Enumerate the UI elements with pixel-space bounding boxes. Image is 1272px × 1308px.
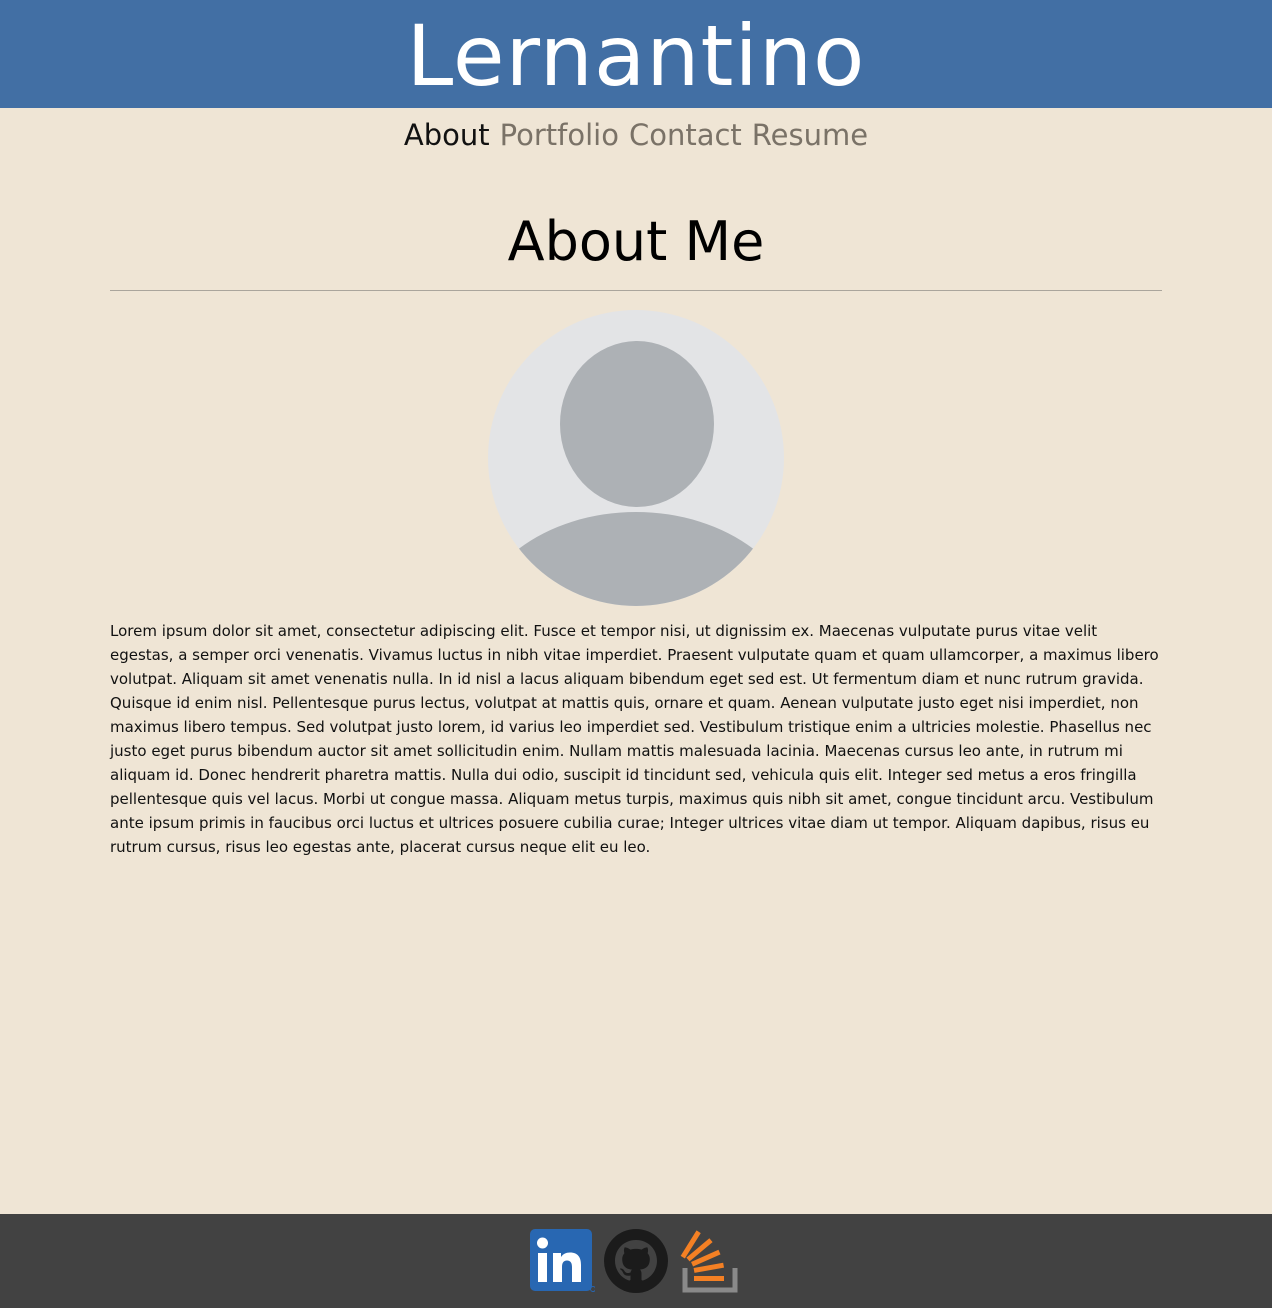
about-bio-text: Lorem ipsum dolor sit amet, consectetur … — [110, 622, 1159, 856]
site-footer — [0, 1214, 1272, 1308]
default-user-avatar-icon — [488, 310, 784, 606]
nav-link-contact[interactable]: Contact — [629, 118, 742, 166]
nav-link-resume[interactable]: Resume — [752, 118, 868, 166]
main-nav: About Portfolio Contact Resume — [0, 118, 1272, 166]
github-icon[interactable] — [603, 1228, 669, 1294]
about-heading: About Me — [507, 210, 765, 273]
stackoverflow-icon[interactable] — [677, 1228, 743, 1294]
avatar-head-shape — [560, 341, 714, 507]
linkedin-icon[interactable] — [529, 1228, 595, 1294]
page: Lernantino About Portfolio Contact Resum… — [0, 0, 1272, 1308]
nav-link-portfolio[interactable]: Portfolio — [500, 118, 619, 166]
site-header: Lernantino — [0, 0, 1272, 108]
heading-divider — [110, 290, 1162, 291]
nav-link-about[interactable]: About — [404, 118, 490, 166]
site-title: Lernantino — [406, 7, 866, 105]
